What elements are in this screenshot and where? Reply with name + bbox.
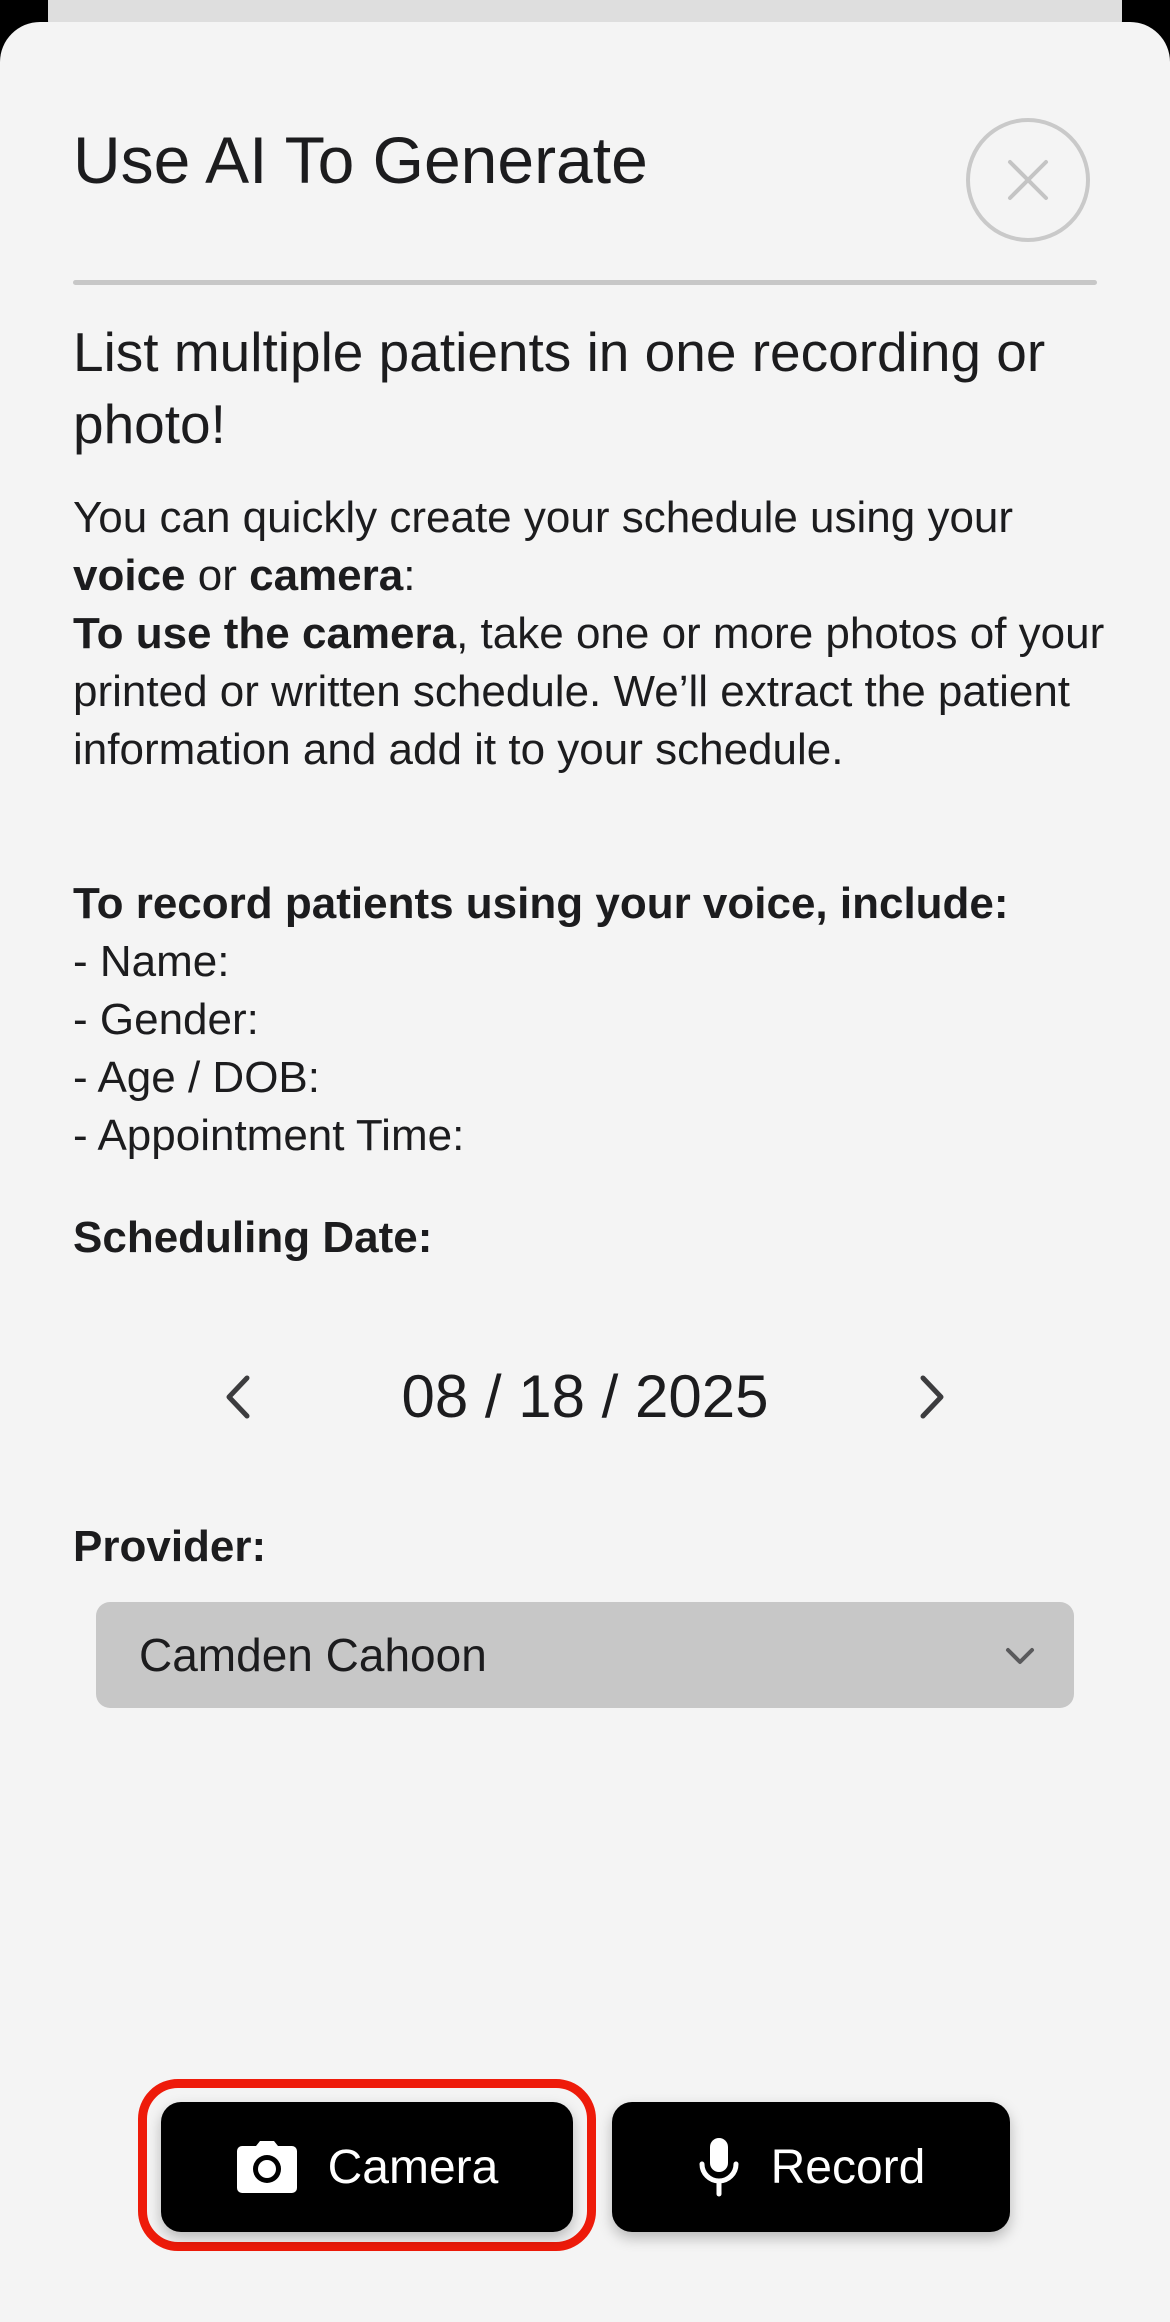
intro-text: You can quickly create your schedule usi… bbox=[73, 489, 1133, 779]
microphone-icon bbox=[697, 2136, 741, 2198]
voice-field-age-dob: - Age / DOB: bbox=[73, 1053, 320, 1102]
provider-dropdown[interactable]: Camden Cahoon bbox=[96, 1602, 1074, 1708]
provider-label: Provider: bbox=[73, 1522, 267, 1571]
date-picker: 08 / 18 / 2025 bbox=[0, 1352, 1170, 1442]
intro-voice-word: voice bbox=[73, 551, 186, 600]
chevron-down-icon bbox=[1006, 1648, 1034, 1664]
next-date-button[interactable] bbox=[902, 1367, 962, 1427]
previous-date-button[interactable] bbox=[208, 1367, 268, 1427]
chevron-left-icon bbox=[226, 1375, 250, 1419]
close-icon bbox=[1008, 160, 1048, 200]
close-button[interactable] bbox=[966, 118, 1090, 242]
intro-or-word: or bbox=[185, 551, 250, 600]
intro-camera-word: camera bbox=[249, 551, 404, 600]
chevron-right-icon bbox=[920, 1375, 944, 1419]
camera-button-label: Camera bbox=[327, 2140, 499, 2194]
record-button-label: Record bbox=[770, 2140, 926, 2194]
scheduling-date-value[interactable]: 08 / 18 / 2025 bbox=[335, 1352, 835, 1442]
ai-generate-modal: Use AI To Generate List multiple patient… bbox=[0, 22, 1170, 2322]
record-button[interactable]: Record bbox=[612, 2102, 1010, 2232]
intro-text-part: You can quickly create your schedule usi… bbox=[73, 493, 1014, 542]
camera-instructions-heading: To use the camera bbox=[73, 609, 457, 658]
intro-colon: : bbox=[403, 551, 416, 600]
header-divider bbox=[73, 280, 1097, 285]
camera-icon bbox=[236, 2140, 298, 2194]
voice-field-appointment-time: - Appointment Time: bbox=[73, 1111, 465, 1160]
voice-instructions-heading: To record patients using your voice, inc… bbox=[73, 879, 1009, 928]
voice-field-name: - Name: bbox=[73, 937, 230, 986]
modal-subtitle: List multiple patients in one recording … bbox=[73, 321, 1046, 455]
scheduling-date-label: Scheduling Date: bbox=[73, 1213, 433, 1262]
voice-field-gender: - Gender: bbox=[73, 995, 259, 1044]
provider-selected-value: Camden Cahoon bbox=[139, 1629, 487, 1681]
modal-title: Use AI To Generate bbox=[73, 123, 648, 197]
camera-button[interactable]: Camera bbox=[161, 2102, 573, 2232]
voice-instructions: To record patients using your voice, inc… bbox=[73, 875, 1153, 1165]
